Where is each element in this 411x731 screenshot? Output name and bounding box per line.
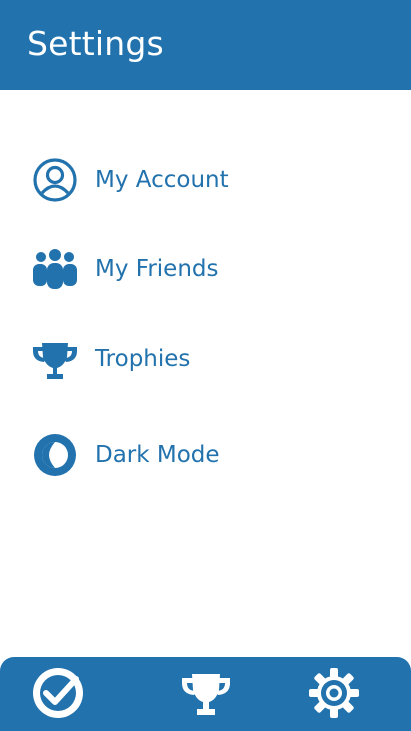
app-header: Settings [0, 0, 411, 90]
bottom-navigation [0, 657, 411, 731]
gear-icon [309, 668, 359, 718]
menu-item-dark-mode[interactable]: Dark Mode [0, 420, 411, 490]
menu-item-label: Trophies [95, 346, 191, 372]
menu-item-my-account[interactable]: My Account [0, 145, 411, 215]
nav-trophy-button[interactable] [178, 665, 234, 721]
dark-mode-icon [30, 430, 80, 480]
page-title: Settings [27, 24, 164, 63]
trophy-icon [182, 674, 230, 715]
user-circle-icon [30, 155, 80, 205]
menu-item-label: My Friends [95, 256, 219, 282]
nav-settings-button[interactable] [306, 665, 362, 721]
trophy-icon [30, 334, 80, 384]
nav-check-button[interactable] [30, 665, 86, 721]
menu-item-label: Dark Mode [95, 442, 220, 468]
check-circle-icon [33, 668, 83, 718]
menu-item-my-friends[interactable]: My Friends [0, 234, 411, 304]
menu-item-trophies[interactable]: Trophies [0, 324, 411, 394]
menu-item-label: My Account [95, 167, 229, 193]
users-group-icon [30, 244, 80, 294]
